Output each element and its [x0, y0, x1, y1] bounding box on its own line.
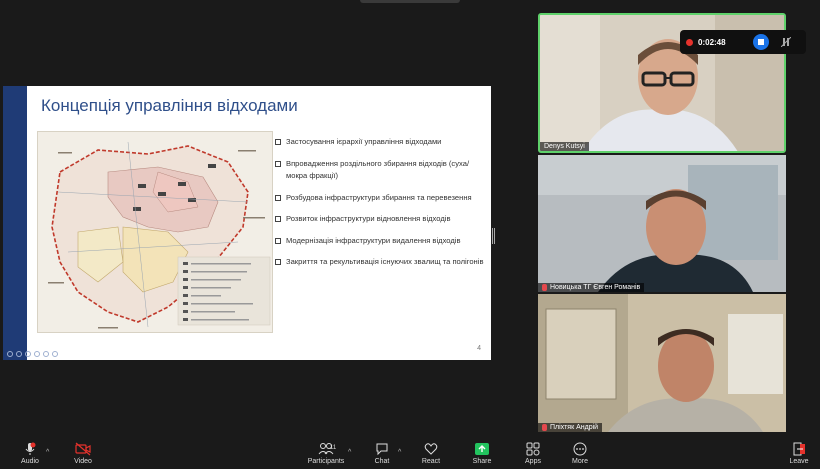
slide-menu-icon[interactable]	[34, 351, 40, 357]
pen-tool-icon[interactable]	[25, 351, 31, 357]
slide-navigation	[7, 351, 58, 357]
more-dots-icon	[573, 442, 587, 456]
window-drag-handle[interactable]	[360, 0, 460, 3]
video-button[interactable]: Video	[63, 442, 103, 465]
list-item: Модернізація інфраструктури видалення ві…	[275, 235, 487, 248]
list-item: Застосування ієрархії управління відхода…	[275, 136, 487, 149]
recording-indicator: 0:02:48	[680, 30, 806, 54]
microphone-icon	[25, 442, 36, 455]
checkbox-bullet-icon	[275, 259, 281, 265]
apps-button[interactable]: Apps	[513, 442, 553, 465]
list-item: Розвиток інфраструктури відновлення відх…	[275, 213, 487, 226]
video-off-icon	[75, 442, 91, 456]
shared-screen: Концепція управління відходами Застосува…	[3, 86, 491, 360]
react-button[interactable]: React	[411, 442, 451, 465]
checkbox-bullet-icon	[275, 160, 281, 167]
leave-button[interactable]: Leave	[779, 442, 819, 465]
participant-name-label: Пліхтяк Андрій	[538, 423, 603, 432]
chat-options-chevron-icon[interactable]: ^	[398, 449, 401, 456]
video-tile[interactable]: Новицька ТГ Євген Романів	[538, 155, 786, 292]
list-item: Закриття та рекультивація існуючих звали…	[275, 256, 487, 269]
meeting-window: Концепція управління відходами Застосува…	[0, 0, 820, 469]
video-tile[interactable]: Пліхтяк Андрій	[538, 294, 786, 432]
meeting-toolbar: Audio ^ Video 11 Participants ^ Chat ^ R…	[0, 440, 820, 469]
participant-name-label: Denys Kutsyi	[540, 142, 589, 151]
share-button[interactable]: Share	[462, 442, 502, 465]
share-screen-icon	[475, 443, 489, 455]
mic-muted-icon	[542, 424, 547, 431]
pause-recording-button[interactable]	[778, 34, 794, 50]
recording-dot-icon	[686, 38, 693, 46]
checkbox-bullet-icon	[275, 139, 281, 145]
slide-bullet-list: Застосування ієрархії управління відхода…	[275, 136, 487, 278]
apps-icon	[526, 442, 540, 456]
slide-page-number: 4	[477, 345, 481, 352]
prev-slide-icon[interactable]	[7, 351, 13, 357]
audio-button[interactable]: Audio	[10, 442, 50, 465]
zoom-icon[interactable]	[43, 351, 49, 357]
waste-management-map	[37, 131, 273, 333]
checkbox-bullet-icon	[275, 216, 281, 222]
participant-video	[538, 155, 786, 292]
participants-button[interactable]: 11 Participants	[300, 442, 352, 465]
next-slide-icon[interactable]	[16, 351, 22, 357]
panel-resize-handle[interactable]	[492, 228, 496, 244]
slide-side-bar	[3, 86, 27, 360]
more-options-icon[interactable]	[52, 351, 58, 357]
slide-title: Концепція управління відходами	[41, 96, 298, 115]
checkbox-bullet-icon	[275, 194, 281, 201]
participant-video	[538, 294, 786, 432]
list-item: Розбудова інфраструктури збирання та пер…	[275, 192, 487, 205]
list-item: Впровадження роздільного збирання відход…	[275, 158, 487, 183]
mic-muted-icon	[542, 284, 547, 291]
checkbox-bullet-icon	[275, 237, 281, 244]
audio-options-chevron-icon[interactable]: ^	[46, 449, 49, 456]
recording-timer: 0:02:48	[698, 37, 726, 47]
participants-count: 11	[330, 445, 337, 451]
chat-icon	[376, 443, 388, 456]
more-button[interactable]: More	[560, 442, 600, 465]
heart-icon	[424, 443, 438, 455]
participants-options-chevron-icon[interactable]: ^	[348, 449, 351, 456]
chat-button[interactable]: Chat	[362, 442, 402, 465]
participant-name-label: Новицька ТГ Євген Романів	[538, 283, 645, 292]
leave-icon	[793, 442, 805, 456]
stop-recording-button[interactable]	[753, 34, 769, 50]
